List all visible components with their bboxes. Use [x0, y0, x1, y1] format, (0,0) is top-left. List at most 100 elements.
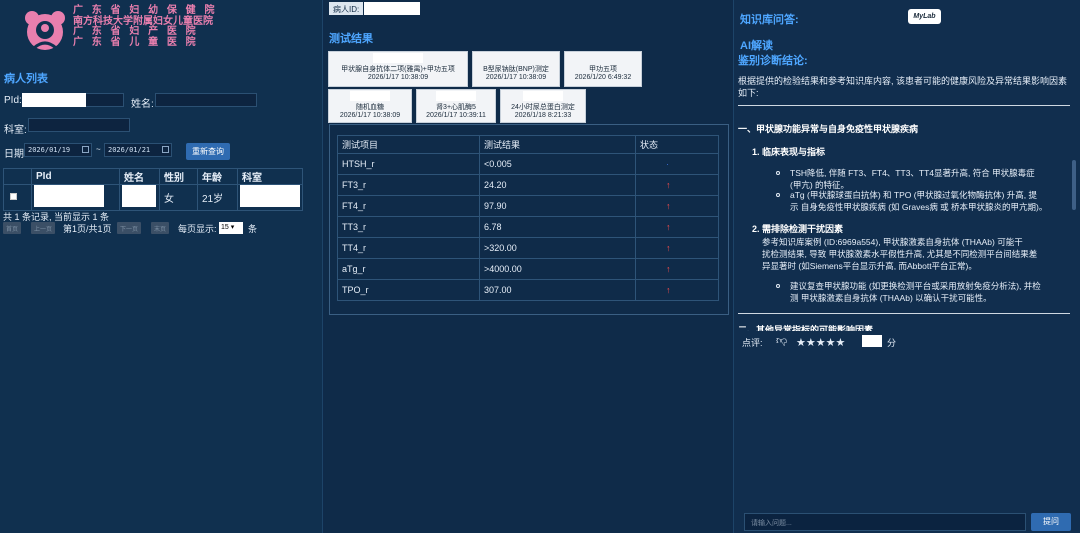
star-icon[interactable]: ★: [806, 337, 816, 349]
row-checkbox[interactable]: [10, 193, 17, 200]
date-to-input[interactable]: 2026/01/21: [104, 143, 172, 157]
thumbs-down-icon[interactable]: 👎︎: [776, 335, 787, 347]
test-card-1[interactable]: 甲状腺自身抗体二项(雅禺)+甲功五项 2026/1/17 10:38:09: [328, 51, 468, 87]
age-cell: 21岁: [197, 184, 238, 211]
test-item: aTg_r: [337, 258, 480, 280]
patient-list-title: 病人列表: [4, 73, 48, 85]
requery-button[interactable]: 重新查询: [186, 143, 230, 160]
rating-label: 点评:: [742, 338, 763, 348]
arrow-up-icon: ↑: [666, 222, 671, 232]
pid-cell: [31, 184, 120, 211]
col-pid: PId: [31, 168, 120, 185]
test-card-5[interactable]: 肾3+心肌酶5 2026/1/17 10:39:11: [416, 89, 496, 123]
pid-input-value: [22, 93, 86, 107]
date-tilde: ~: [96, 145, 101, 154]
score-input[interactable]: [862, 335, 882, 347]
test-card-name: 甲功五项: [589, 66, 617, 73]
divider: [738, 313, 1070, 314]
date-from-input[interactable]: 2026/01/19: [24, 143, 92, 157]
paragraph-2-line-3: 异显著时 (如Siemens平台显示升高, 而Abbott平台正常)。: [762, 261, 977, 271]
test-card-3[interactable]: 甲功五项 2026/1/20 6:49:32: [564, 51, 642, 87]
arrow-up-icon: ↑: [666, 180, 671, 190]
pid-label: PId:: [4, 95, 22, 106]
ai-title: AI解读: [740, 40, 773, 52]
status-dot-icon: ·: [666, 159, 669, 169]
table-row: TT4_r >320.00 ↑: [337, 237, 719, 259]
col-age: 年龄: [197, 168, 238, 185]
bullet-icon: [776, 193, 780, 197]
per-page-select[interactable]: 15 ▾: [219, 222, 243, 234]
col-name: 姓名: [119, 168, 160, 185]
test-card-4[interactable]: 随机血糖 2026/1/17 10:38:09: [328, 89, 412, 123]
test-card-date: 2026/1/17 10:39:11: [426, 112, 486, 119]
arrow-up-icon: ↑: [666, 285, 671, 295]
bullet-1-line-1: TSH降低, 伴随 FT3、FT4、TT3、TT4显著升高, 符合 甲状腺毒症: [790, 168, 1035, 178]
name-value: [122, 185, 156, 207]
col-select: [3, 168, 32, 185]
arrow-up-icon: ↑: [666, 201, 671, 211]
hospital-name-4: 广 东 省 儿 童 医 院: [73, 36, 199, 48]
ask-input[interactable]: 请输入问题...: [744, 513, 1026, 531]
test-value: 307.00: [479, 279, 636, 301]
test-card-name: 肾3+心肌酶5: [436, 104, 476, 111]
dept-label: 科室:: [4, 125, 27, 136]
paragraph-2-line-2: 扰检测结果, 导致 甲状腺激素水平假性升高, 尤其是不同检测平台间结果差: [762, 249, 1038, 259]
dept-value: [240, 185, 300, 207]
star-icon[interactable]: ★: [816, 337, 826, 349]
star-icon[interactable]: ★: [826, 337, 836, 349]
calendar-icon[interactable]: [82, 146, 89, 153]
result-table-header: 测试项目 测试结果 状态: [337, 135, 719, 154]
sex-cell: 女: [159, 184, 198, 211]
test-card-date: 2026/1/20 6:49:32: [574, 74, 632, 81]
diagnosis-title: 鉴别诊断结论:: [738, 55, 808, 67]
date-from-value: 2026/01/19: [28, 146, 71, 154]
section-1-title: 一、甲状腺功能异常与自身免疫性甲状腺疾病: [738, 124, 919, 134]
star-icon[interactable]: ★: [796, 337, 806, 349]
page-info: 第1页/共1页: [63, 224, 112, 234]
table-row[interactable]: 女 21岁: [3, 184, 303, 211]
test-card-2[interactable]: B型尿钠肽(BNP)测定 2026/1/17 10:38:09: [472, 51, 560, 87]
test-item: FT3_r: [337, 174, 480, 196]
score-unit: 分: [887, 338, 897, 348]
section-2-title: 二、其他异常指标的可能影响因素: [738, 325, 874, 331]
test-value: 6.78: [479, 216, 636, 238]
subsection-1-title: 1. 临床表现与指标: [752, 147, 826, 157]
per-page-unit: 条: [248, 224, 258, 234]
name-cell: [119, 184, 160, 211]
patient-id-label: 病人ID:: [329, 2, 364, 15]
test-value: >4000.00: [479, 258, 636, 280]
next-page-button[interactable]: 下一页: [117, 222, 142, 234]
row-checkbox-cell[interactable]: [3, 184, 32, 211]
test-card-date: 2026/1/17 10:38:09: [339, 112, 401, 119]
test-item: HTSH_r: [337, 153, 480, 175]
test-card-date: 2026/1/18 8:21:33: [514, 112, 572, 119]
dept-input[interactable]: [28, 118, 130, 132]
bullet-icon: [776, 171, 780, 175]
prev-page-button[interactable]: 上一页: [31, 222, 56, 234]
first-page-button[interactable]: 首页: [3, 222, 22, 234]
paragraph-2-line-1: 参考知识库案例 (ID:6969a554), 甲状腺激素自身抗体 (THAAb)…: [762, 237, 1023, 247]
table-row: TPO_r 307.00 ↑: [337, 279, 719, 301]
per-page-value: 15: [221, 224, 229, 231]
test-card-6[interactable]: 24小时尿总蛋白测定 2026/1/18 8:21:33: [500, 89, 586, 123]
hospital-name-1: 广 东 省 妇 幼 保 健 院: [73, 5, 218, 16]
test-card-name: 甲状腺自身抗体二项(雅禺)+甲功五项: [341, 66, 455, 73]
star-icon[interactable]: ★: [836, 337, 846, 349]
rating-stars[interactable]: ★★★★★: [796, 336, 845, 349]
test-card-name: 24小时尿总蛋白测定: [511, 104, 575, 111]
scrollbar[interactable]: [1072, 160, 1076, 210]
bullet-2-line-2: 示 自身免疫性甲状腺疾病 (如 Graves病 或 桥本甲状腺炎的甲亢期)。: [790, 202, 1048, 212]
name-label: 姓名:: [131, 99, 154, 110]
hospital-names: 广 东 省 妇 幼 保 健 院 南方科技大学附属妇女儿童医院 广 东 省 妇 产…: [73, 5, 218, 48]
col-dept: 科室: [237, 168, 303, 185]
test-value: >320.00: [479, 237, 636, 259]
hospital-logo: [25, 11, 65, 50]
chevron-down-icon: ▾: [230, 224, 235, 231]
test-results-title: 测试结果: [329, 33, 373, 45]
ask-button[interactable]: 提问: [1031, 513, 1071, 531]
test-item: TT3_r: [337, 216, 480, 238]
name-input[interactable]: [155, 93, 257, 107]
last-page-button[interactable]: 末页: [151, 222, 170, 234]
calendar-icon[interactable]: [162, 146, 169, 153]
col-test-result: 测试结果: [479, 135, 636, 154]
